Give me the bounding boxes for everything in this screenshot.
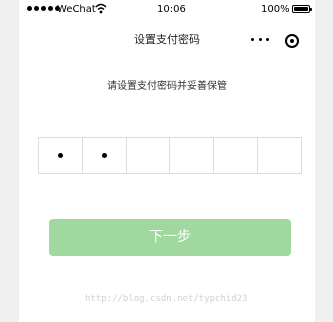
pin-cell-3[interactable] [127, 138, 171, 173]
battery-icon [292, 5, 310, 13]
pin-cell-1[interactable] [39, 138, 83, 173]
clock-time: 10:06 [157, 4, 186, 15]
battery-cap [310, 8, 312, 11]
battery-percent: 100% [261, 4, 290, 15]
pin-cell-6[interactable] [258, 138, 301, 173]
pin-dot [101, 153, 107, 158]
page-title: 设置支付密码 [134, 33, 200, 46]
wifi-icon [95, 3, 107, 14]
watermark: http://blog.csdn.net/typchid23 [85, 294, 248, 304]
pin-cell-4[interactable] [170, 138, 215, 173]
nav-bar: 设置支付密码 [19, 24, 315, 58]
close-icon[interactable] [285, 34, 299, 48]
phone-screen: WeChat 10:06 100% 设置支付密码 请设置支付密码并妥善保管 下一… [19, 0, 315, 322]
instruction-text: 请设置支付密码并妥善保管 [107, 81, 227, 92]
next-button[interactable]: 下一步 [49, 219, 291, 256]
pin-cell-5[interactable] [214, 138, 259, 173]
signal-icon [27, 6, 60, 11]
status-bar: WeChat 10:06 100% [19, 0, 315, 20]
pin-dot [57, 153, 63, 158]
more-icon[interactable] [251, 34, 269, 44]
carrier-label: WeChat [57, 4, 96, 15]
pin-cell-2[interactable] [83, 138, 127, 173]
pin-input[interactable] [38, 137, 302, 174]
